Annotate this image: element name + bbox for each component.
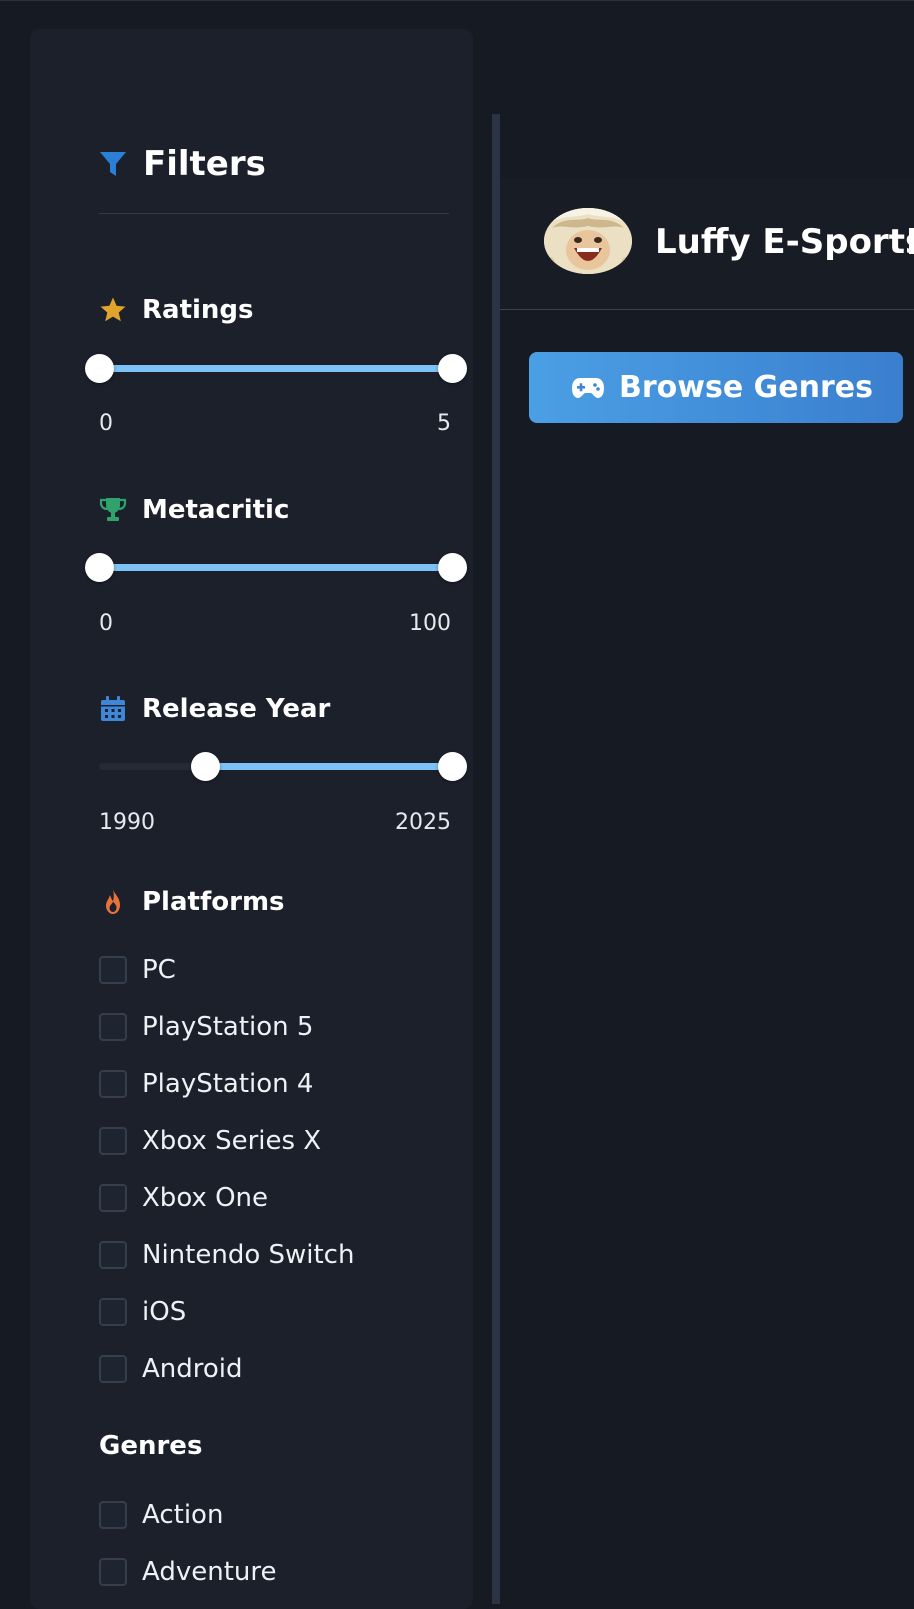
release-year-max-value: 2025 [395, 810, 451, 835]
release-year-section-title: Release Year [99, 695, 330, 723]
sidebar-scrollbar[interactable] [492, 114, 500, 1604]
ratings-range-values: 0 5 [99, 411, 451, 441]
checkbox[interactable] [99, 1297, 127, 1326]
metacritic-max-value: 100 [409, 611, 451, 636]
checkbox[interactable] [99, 955, 127, 984]
genres-checklist: Action Adventure [99, 1486, 459, 1600]
platforms-section-title: Platforms [99, 888, 285, 916]
checkbox[interactable] [99, 1500, 127, 1529]
platform-checkbox-item[interactable]: Nintendo Switch [99, 1226, 459, 1283]
checkbox[interactable] [99, 1012, 127, 1041]
filter-icon [99, 150, 127, 178]
ratings-label: Ratings [142, 295, 254, 325]
browse-genres-button[interactable]: Browse Genres [529, 352, 903, 423]
slider-max-handle[interactable] [438, 752, 467, 781]
metacritic-range-values: 0 100 [99, 611, 451, 641]
checkbox-label: iOS [142, 1296, 187, 1327]
fire-icon [99, 888, 127, 916]
ratings-slider[interactable] [85, 353, 467, 383]
platform-checkbox-item[interactable]: PC [99, 941, 459, 998]
avatar[interactable] [544, 208, 632, 274]
metacritic-section-title: Metacritic [99, 496, 289, 524]
slider-range [204, 763, 452, 770]
metacritic-slider[interactable] [85, 552, 467, 582]
genre-checkbox-item[interactable]: Adventure [99, 1543, 459, 1600]
slider-min-handle[interactable] [190, 752, 220, 781]
platform-checkbox-item[interactable]: Android [99, 1340, 459, 1397]
checkbox[interactable] [99, 1183, 127, 1212]
slider-max-handle[interactable] [438, 553, 467, 582]
checkbox-label: PlayStation 4 [142, 1068, 314, 1099]
checkbox-label: Adventure [142, 1556, 277, 1587]
platforms-label: Platforms [142, 887, 285, 917]
checkbox-label: PC [142, 954, 176, 985]
platform-checkbox-item[interactable]: Xbox Series X [99, 1112, 459, 1169]
release-year-range-values: 1990 2025 [99, 810, 451, 840]
slider-max-handle[interactable] [438, 354, 467, 383]
checkbox[interactable] [99, 1240, 127, 1269]
slider-min-handle[interactable] [85, 553, 114, 582]
release-year-slider[interactable] [99, 751, 467, 781]
slider-min-handle[interactable] [85, 354, 114, 383]
ratings-min-value: 0 [99, 411, 113, 436]
genres-section-title: Genres [99, 1431, 203, 1461]
checkbox-label: PlayStation 5 [142, 1011, 314, 1042]
checkbox[interactable] [99, 1557, 127, 1586]
browse-genres-label: Browse Genres [619, 370, 873, 405]
calendar-icon [99, 695, 127, 723]
checkbox-label: Nintendo Switch [142, 1239, 355, 1270]
checkbox[interactable] [99, 1069, 127, 1098]
checkbox-label: Android [142, 1353, 243, 1384]
checkbox[interactable] [99, 1354, 127, 1383]
trophy-icon [99, 496, 127, 524]
ratings-section-title: Ratings [99, 296, 254, 324]
platform-checkbox-item[interactable]: Xbox One [99, 1169, 459, 1226]
metacritic-min-value: 0 [99, 611, 113, 636]
brand-title[interactable]: Luffy E-Sports [655, 222, 914, 262]
filters-header: Filters [99, 140, 449, 214]
platform-checkbox-item[interactable]: iOS [99, 1283, 459, 1340]
checkbox[interactable] [99, 1126, 127, 1155]
checkbox-label: Xbox Series X [142, 1125, 322, 1156]
app-header: Luffy E-Sports [500, 178, 914, 310]
filters-title: Filters [143, 144, 266, 184]
star-icon [99, 296, 127, 324]
gamepad-icon [571, 377, 605, 399]
top-border [0, 0, 914, 1]
metacritic-label: Metacritic [142, 495, 290, 525]
platforms-checklist: PC PlayStation 5 PlayStation 4 Xbox Series … [99, 941, 459, 1397]
slider-range [99, 365, 452, 372]
header-scroll-edge [909, 228, 914, 254]
checkbox-label: Xbox One [142, 1182, 269, 1213]
release-year-min-value: 1990 [99, 810, 155, 835]
release-year-label: Release Year [142, 694, 331, 724]
platform-checkbox-item[interactable]: PlayStation 5 [99, 998, 459, 1055]
ratings-max-value: 5 [437, 411, 451, 436]
slider-range [99, 564, 452, 571]
genre-checkbox-item[interactable]: Action [99, 1486, 459, 1543]
checkbox-label: Action [142, 1499, 224, 1530]
platform-checkbox-item[interactable]: PlayStation 4 [99, 1055, 459, 1112]
